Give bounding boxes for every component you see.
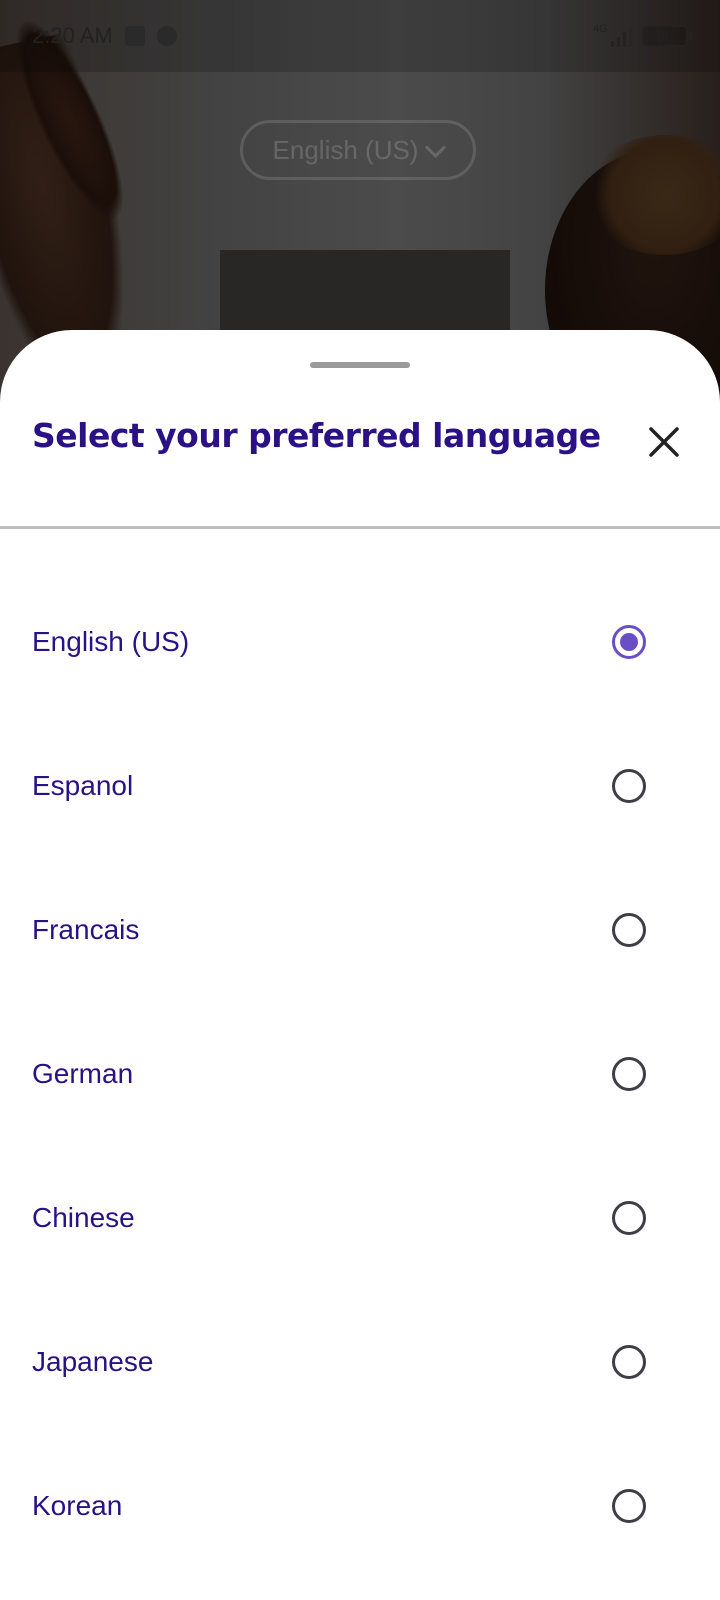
language-option-francais[interactable]: Francais	[0, 858, 720, 1002]
language-label: Chinese	[32, 1202, 135, 1233]
language-option-german[interactable]: German	[0, 1002, 720, 1146]
drag-handle[interactable]	[310, 362, 410, 368]
status-indicators: 4G 98	[593, 23, 692, 47]
battery-icon: 98	[642, 25, 692, 47]
language-label: German	[32, 1058, 134, 1089]
language-option-english-us[interactable]: English (US)	[0, 570, 720, 714]
close-icon	[649, 427, 679, 457]
signal-icon: 4G	[593, 23, 632, 47]
status-bar: 2:20 AM 4G 98	[0, 0, 720, 72]
radio-button[interactable]	[612, 1345, 646, 1379]
radio-button-selected[interactable]	[612, 625, 646, 659]
language-label: Japanese	[32, 1346, 154, 1377]
language-bottom-sheet: Select your preferred language English (…	[0, 330, 720, 1600]
network-type-label: 4G	[593, 23, 608, 35]
radio-button[interactable]	[612, 1057, 646, 1091]
notification-app-icon	[124, 26, 145, 46]
language-option-japanese[interactable]: Japanese	[0, 1290, 720, 1434]
language-option-chinese[interactable]: Chinese	[0, 1146, 720, 1290]
language-label: Korean	[32, 1490, 123, 1521]
battery-level: 98	[657, 28, 673, 44]
radio-button[interactable]	[612, 769, 646, 803]
divider	[0, 526, 720, 529]
language-list: English (US) Espanol Francais German Chi…	[0, 570, 720, 1578]
language-label: Espanol	[32, 770, 134, 801]
close-button[interactable]	[640, 418, 688, 466]
radio-button[interactable]	[612, 1201, 646, 1235]
language-option-espanol[interactable]: Espanol	[0, 714, 720, 858]
sync-icon	[156, 26, 177, 46]
radio-button[interactable]	[612, 913, 646, 947]
language-label: Francais	[32, 914, 140, 945]
sheet-title: Select your preferred language	[32, 416, 601, 455]
radio-button[interactable]	[612, 1489, 646, 1523]
language-option-korean[interactable]: Korean	[0, 1434, 720, 1578]
language-label: English (US)	[32, 626, 190, 657]
status-time: 2:20 AM	[32, 23, 113, 48]
